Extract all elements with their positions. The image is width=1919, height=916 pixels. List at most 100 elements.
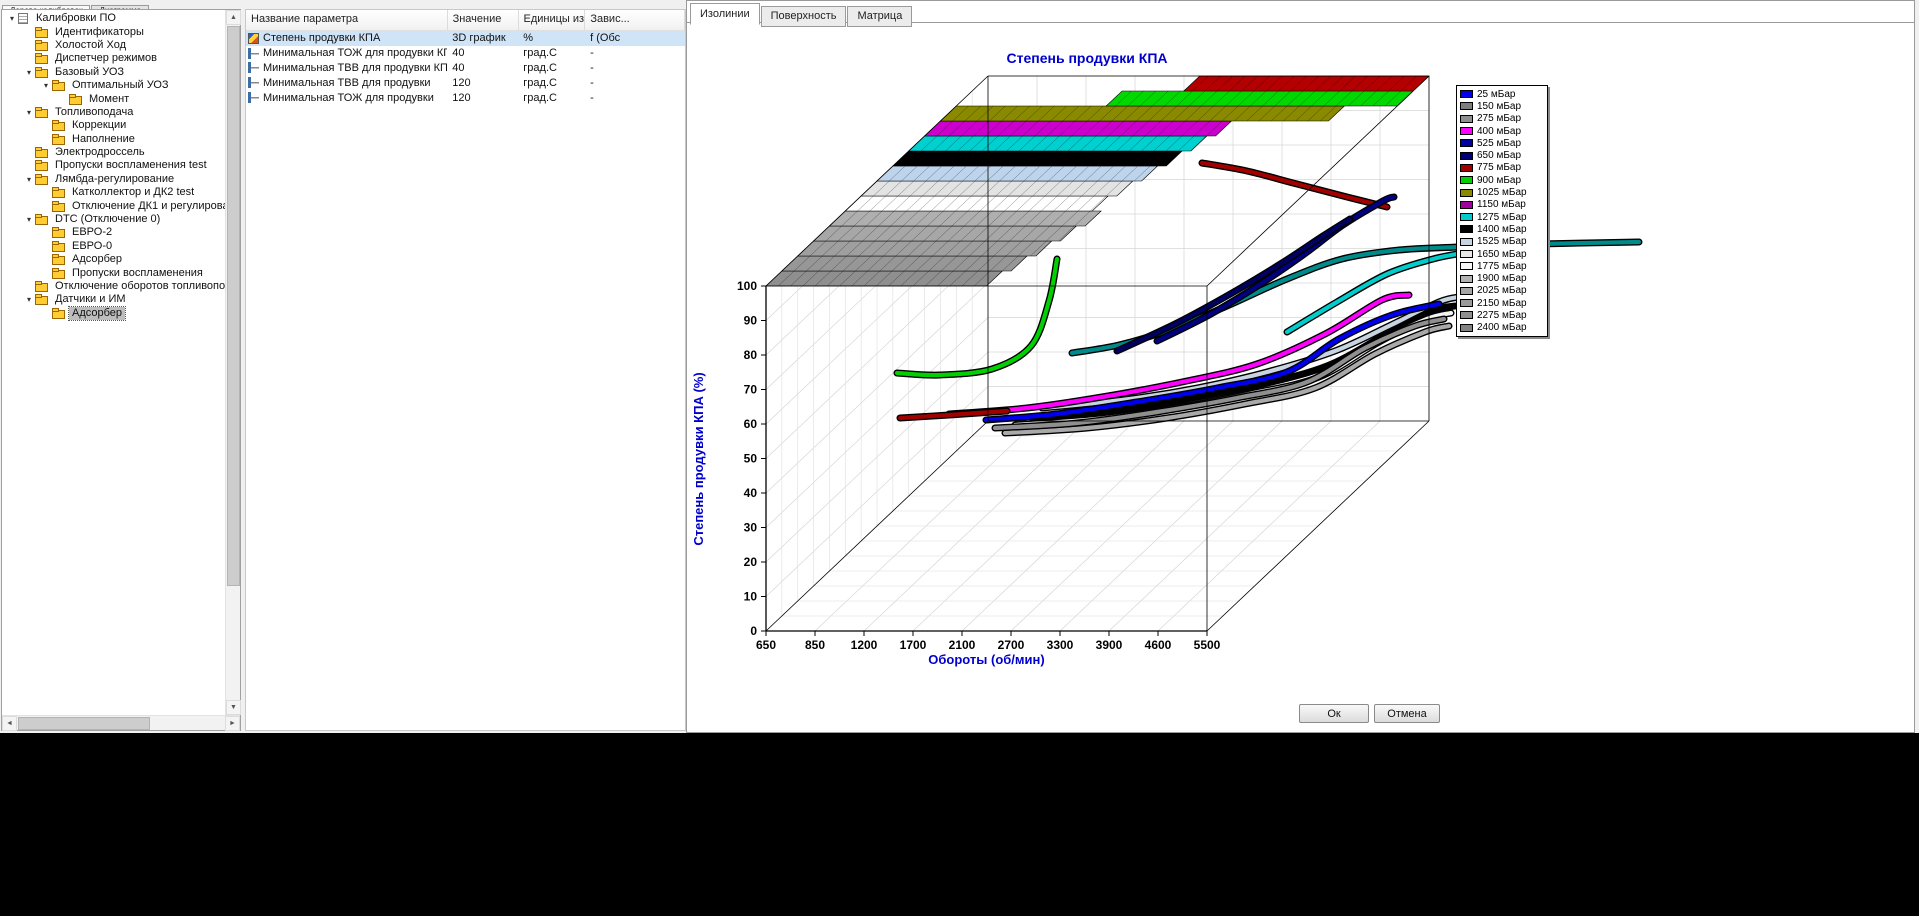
tree-vertical-scrollbar[interactable]: ▲ ▼ [225,10,240,715]
calibrations-root-icon [18,13,28,24]
parameter-table: Степень продувки КПА3D график%f (ОбсМини… [246,31,685,105]
tree-item[interactable]: Адсорбер [2,307,225,320]
column-header[interactable]: Значение [448,10,519,30]
application-window: Дерево калибровокДиаграмма ▾Калибровки П… [0,0,1919,733]
legend-swatch [1460,102,1473,110]
table-row[interactable]: Степень продувки КПА3D график%f (Обс [246,31,685,46]
tree-item[interactable]: Адсорбер [2,253,225,266]
chart-view-tab[interactable]: Поверхность [761,6,847,27]
tree-item[interactable]: ▾Датчики и ИМ [2,293,225,306]
collapse-arrow-icon[interactable]: ▾ [6,14,18,23]
collapse-arrow-icon[interactable]: ▾ [23,215,35,224]
chart-view-tab[interactable]: Изолинии [690,3,760,25]
tree-item[interactable]: Отключение ДК1 и регулирования [2,199,225,212]
legend-swatch [1460,152,1473,160]
scroll-right-button[interactable]: ► [225,716,240,731]
tree-item[interactable]: Коррекции [2,119,225,132]
chart-dialog: 0102030405060708090100650850120017002100… [686,0,1915,733]
folder-icon [52,270,65,279]
collapse-arrow-icon[interactable]: ▾ [23,108,35,117]
param-value-cell: 3D график [447,31,518,46]
scroll-up-button[interactable]: ▲ [226,10,241,25]
tree-item[interactable]: Момент [2,92,225,105]
tree-item-label: Лямбда-регулирование [52,173,177,186]
tree-item[interactable]: Диспетчер режимов [2,52,225,65]
legend-label: 900 мБар [1477,175,1521,186]
tree-item[interactable]: Отключение оборотов топливоподачи [2,280,225,293]
tree-item[interactable]: Пропуски воспламенения [2,266,225,279]
tree-item[interactable]: Идентификаторы [2,25,225,38]
table-row[interactable]: Минимальная ТВВ для продувки КПА40град.С… [246,61,685,76]
legend-item: 900 мБар [1459,174,1545,186]
legend-swatch [1460,250,1473,258]
legend-swatch [1460,201,1473,209]
tree-item[interactable]: Катколлектор и ДК2 test [2,186,225,199]
legend-item: 1650 мБар [1459,248,1545,260]
tree-item[interactable]: ЕВРО-0 [2,240,225,253]
slider-icon [248,77,259,88]
collapse-arrow-icon[interactable]: ▾ [23,175,35,184]
legend-label: 650 мБар [1477,150,1521,161]
legend-item: 525 мБар [1459,137,1545,149]
scroll-down-button[interactable]: ▼ [226,700,241,715]
folder-icon [52,189,65,198]
x-tick-label: 4600 [1145,638,1172,652]
tree-item[interactable]: Холостой Ход [2,39,225,52]
folder-icon [52,136,65,145]
tree-item-label: Катколлектор и ДК2 test [69,186,197,199]
tree-item[interactable]: ЕВРО-2 [2,226,225,239]
param-dependency-cell: - [585,61,685,76]
column-header[interactable]: Единицы изм... [519,10,586,30]
folder-icon [52,122,65,131]
tree-item[interactable]: Наполнение [2,133,225,146]
y-tick-label: 30 [744,521,758,535]
tree-item-label: Оптимальный УОЗ [69,79,172,92]
horizontal-scroll-thumb[interactable] [18,717,150,730]
scroll-left-button[interactable]: ◄ [2,716,17,731]
folder-icon [35,162,48,171]
ok-button[interactable]: Ок [1299,704,1369,723]
y-tick-label: 70 [744,383,758,397]
legend-swatch [1460,189,1473,197]
legend-label: 275 мБар [1477,113,1521,124]
tree-item-label: Диспетчер режимов [52,52,160,65]
legend-item: 2150 мБар [1459,297,1545,309]
x-tick-label: 850 [805,638,825,652]
calibration-tree: ▾Калибровки ПОИдентификаторыХолостой Ход… [2,12,225,715]
tree-item-label: ЕВРО-2 [69,226,115,239]
legend-label: 775 мБар [1477,162,1521,173]
vertical-scroll-thumb[interactable] [227,26,240,586]
tree-item[interactable]: ▾Топливоподача [2,106,225,119]
tree-item-label: Электродроссель [52,146,148,159]
tree-item[interactable]: ▾Калибровки ПО [2,12,225,25]
left-panel-tabs: Дерево калибровокДиаграмма [2,0,150,9]
tree-item[interactable]: ▾DTC (Отключение 0) [2,213,225,226]
y-tick-label: 90 [744,314,758,328]
y-tick-label: 20 [744,555,758,569]
tree-horizontal-scrollbar[interactable]: ◄ ► [2,715,240,730]
tree-item[interactable]: ▾Базовый УОЗ [2,66,225,79]
table-row[interactable]: Минимальная ТОЖ для продувки КПА40град.С… [246,46,685,61]
collapse-arrow-icon[interactable]: ▾ [40,81,52,90]
tree-item[interactable]: Пропуски воспламенения test [2,159,225,172]
tree-item[interactable]: ▾ Оптимальный УОЗ [2,79,225,92]
collapse-arrow-icon[interactable]: ▾ [23,68,35,77]
folder-icon [35,296,48,305]
legend-label: 1900 мБар [1477,273,1527,284]
table-row[interactable]: Минимальная ТОЖ для продувки120град.С- [246,90,685,105]
column-header[interactable]: Название параметра [246,10,448,30]
column-header[interactable]: Завис... [585,10,685,30]
x-tick-label: 2100 [949,638,976,652]
folder-icon [35,109,48,118]
tree-item[interactable]: Электродроссель [2,146,225,159]
folder-icon [35,216,48,225]
table-row[interactable]: Минимальная ТВВ для продувки120град.С- [246,75,685,90]
param-dependency-cell: f (Обс [585,31,685,46]
tree-item-label: Идентификаторы [52,26,147,39]
tree-item[interactable]: ▾ Лямбда-регулирование [2,173,225,186]
chart-view-tab[interactable]: Матрица [847,6,912,27]
cancel-button[interactable]: Отмена [1374,704,1440,723]
folder-icon [35,69,48,78]
legend-item: 775 мБар [1459,162,1545,174]
collapse-arrow-icon[interactable]: ▾ [23,295,35,304]
